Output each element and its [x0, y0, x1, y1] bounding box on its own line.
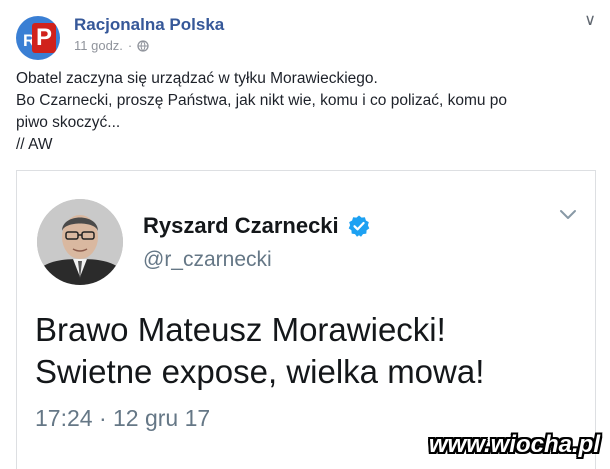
meta-separator: · — [127, 38, 133, 53]
post-options-chevron-icon[interactable]: ∨ — [584, 10, 596, 30]
post-line: Obatel zaczyna się urządzać w tyłku Mora… — [16, 70, 378, 87]
post-line: Bo Czarnecki, proszę Państwa, jak nikt w… — [16, 92, 508, 109]
embedded-tweet-screenshot: Ryszard Czarnecki @r_czarnecki Brawo Mat… — [16, 170, 596, 469]
tweet-text-line: Swietne expose, wielka mowa! — [35, 353, 485, 390]
tweet-text: Brawo Mateusz Morawiecki! Swietne expose… — [35, 309, 484, 393]
post-line: // AW — [16, 136, 53, 153]
tweet-author-name-text: Ryszard Czarnecki — [143, 213, 339, 238]
page-name-link[interactable]: Racjonalna Polska — [74, 15, 224, 35]
post-meta: 11 godz. · — [74, 38, 149, 53]
tweet-author-name: Ryszard Czarnecki — [143, 213, 371, 239]
verified-badge-icon — [348, 215, 369, 237]
tweet-text-line: Brawo Mateusz Morawiecki! — [35, 311, 446, 348]
globe-icon[interactable] — [137, 39, 149, 52]
chevron-down-icon — [560, 210, 576, 219]
avatar-letter-p: P — [32, 23, 56, 53]
post-timestamp[interactable]: 11 godz. — [74, 38, 123, 53]
page-avatar[interactable]: R P — [16, 16, 60, 60]
tweet-author-avatar — [37, 199, 123, 285]
facebook-post: R P Racjonalna Polska 11 godz. · ∨ Obate… — [0, 0, 610, 469]
tweet-timestamp: 17:24 · 12 gru 17 — [35, 405, 211, 431]
tweet-author-handle: @r_czarnecki — [143, 248, 272, 271]
post-line: piwo skoczyć... — [16, 114, 121, 131]
post-body-text: Obatel zaczyna się urządzać w tyłku Mora… — [16, 68, 596, 156]
watermark-logo: www.wiocha.pl — [428, 431, 600, 458]
author-portrait-image — [37, 199, 123, 285]
